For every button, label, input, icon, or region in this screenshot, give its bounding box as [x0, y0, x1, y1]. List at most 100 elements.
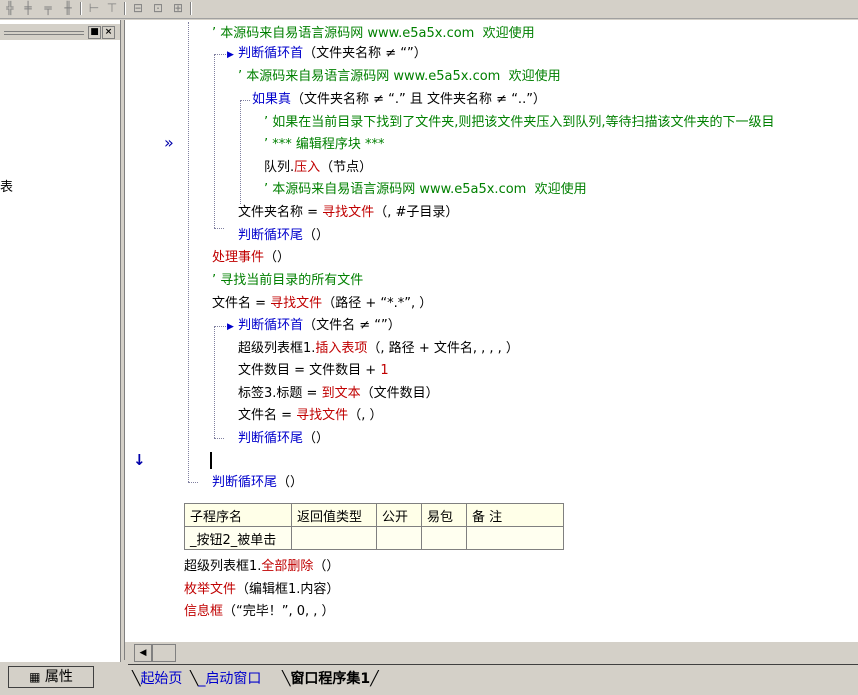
- code-args: （文件数目）: [360, 386, 439, 401]
- code-args: （文件夹名称 ≠ “.” 且 文件夹名称 ≠ “..”）: [291, 92, 546, 107]
- code-line[interactable]: 文件夹名称 = 寻找文件（, #子目录）: [238, 205, 458, 221]
- tab-label: 起始页: [140, 671, 183, 687]
- code-number: 1: [380, 363, 389, 378]
- editor-gutter: [125, 20, 178, 642]
- toolbar-separator: [124, 2, 126, 15]
- code-function: 插入表项: [315, 341, 368, 356]
- code-line[interactable]: 枚举文件（编辑框1.内容）: [184, 582, 339, 598]
- table-cell[interactable]: _按钮2_被单击: [184, 526, 292, 550]
- left-panel-text: 表: [0, 180, 14, 195]
- block-guide: [188, 22, 189, 482]
- align-middle-icon[interactable]: ╫: [60, 1, 76, 15]
- loop-arrow-icon: ▶: [227, 50, 234, 60]
- code-object: 超级列表框1.: [184, 559, 262, 574]
- code-comment[interactable]: ’ 如果在当前目录下找到了文件夹,则把该文件夹压入到队列,等待扫描该文件夹的下一…: [264, 115, 775, 131]
- scroll-left-icon[interactable]: ◀: [134, 644, 152, 662]
- code-args: （文件名 ≠ “”）: [303, 318, 401, 333]
- keyword: 如果真: [252, 92, 292, 107]
- table-header[interactable]: 返回值类型: [291, 503, 377, 527]
- table-cell[interactable]: [466, 526, 564, 550]
- left-panel: [0, 20, 121, 662]
- block-guide: [214, 228, 224, 229]
- toolbar-separator: [80, 2, 82, 15]
- minimize-icon[interactable]: ■: [88, 26, 101, 39]
- block-guide: [214, 326, 215, 438]
- block-guide: [214, 54, 215, 228]
- toolbar: ╬ ╪ ╤ ╫ ⊢ ⊤ ⊟ ⊡ ⊞: [0, 0, 858, 19]
- code-line[interactable]: 标签3.标题 = 到文本（文件数目）: [238, 386, 439, 402]
- tab-startup-window[interactable]: ╲_启动窗口: [190, 668, 261, 688]
- distribute-h-icon[interactable]: ⊢: [86, 1, 102, 15]
- text-cursor: [210, 452, 212, 469]
- properties-icon: ▦: [29, 670, 41, 684]
- horizontal-scrollbar[interactable]: [130, 642, 858, 660]
- keyword: 判断循环首: [238, 46, 304, 61]
- same-height-icon[interactable]: ⊡: [150, 1, 166, 15]
- code-function: 压入: [294, 160, 321, 175]
- table-cell[interactable]: [421, 526, 467, 550]
- tab-bar-border: [128, 664, 858, 665]
- table-header[interactable]: 公开: [376, 503, 422, 527]
- code-object: 超级列表框1.: [238, 341, 316, 356]
- code-comment[interactable]: ’ 本源码来自易语言源码网 www.e5a5x.com 欢迎使用: [264, 182, 587, 198]
- code-line[interactable]: 文件名 = 寻找文件（, ）: [238, 408, 382, 424]
- code-function: 寻找文件: [270, 296, 323, 311]
- tab-start-page[interactable]: ╲起始页: [132, 668, 182, 688]
- code-line[interactable]: 判断循环尾（）: [212, 475, 303, 491]
- code-line[interactable]: 判断循环尾（）: [238, 228, 329, 244]
- code-comment[interactable]: ’ 寻找当前目录的所有文件: [212, 273, 363, 289]
- code-args: （）: [303, 431, 330, 446]
- code-assign: 文件夹名称 =: [238, 205, 323, 220]
- align-center-icon[interactable]: ╪: [20, 1, 36, 15]
- code-args: （）: [303, 228, 330, 243]
- table-header[interactable]: 备 注: [466, 503, 564, 527]
- code-line[interactable]: 队列.压入（节点）: [264, 160, 372, 176]
- code-line[interactable]: 处理事件（）: [212, 250, 290, 266]
- keyword: 判断循环尾: [238, 431, 304, 446]
- tab-window-assembly-1[interactable]: ╲窗口程序集1╱: [282, 668, 379, 688]
- code-assign: 文件名 =: [212, 296, 271, 311]
- scroll-thumb[interactable]: [152, 644, 176, 662]
- code-args: （）: [277, 475, 304, 490]
- code-function: 全部删除: [261, 559, 314, 574]
- next-statement-arrow-icon: ↓: [133, 451, 146, 469]
- block-guide: [188, 482, 198, 483]
- distribute-v-icon[interactable]: ⊤: [104, 1, 120, 15]
- same-size-icon[interactable]: ⊞: [170, 1, 186, 15]
- code-assign: 文件数目 = 文件数目 +: [238, 363, 381, 378]
- code-line[interactable]: 文件数目 = 文件数目 + 1: [238, 363, 389, 379]
- titlebar-grip: [4, 31, 84, 32]
- code-object: 队列.: [264, 160, 295, 175]
- table-cell[interactable]: [291, 526, 377, 550]
- tab-label: 窗口程序集1: [290, 671, 371, 687]
- table-header[interactable]: 子程序名: [184, 503, 292, 527]
- same-width-icon[interactable]: ⊟: [130, 1, 146, 15]
- table-cell[interactable]: [376, 526, 422, 550]
- block-guide: [240, 100, 250, 101]
- titlebar-grip: [4, 34, 84, 35]
- close-icon[interactable]: ×: [102, 26, 115, 39]
- code-function: 寻找文件: [296, 408, 349, 423]
- code-args: （文件夹名称 ≠ “”）: [303, 46, 427, 61]
- code-comment[interactable]: ’ 本源码来自易语言源码网 www.e5a5x.com 欢迎使用: [238, 69, 561, 85]
- properties-button[interactable]: ▦ 属性: [8, 666, 94, 688]
- code-line[interactable]: 如果真（文件夹名称 ≠ “.” 且 文件夹名称 ≠ “..”）: [252, 92, 546, 108]
- loop-arrow-icon: ▶: [227, 322, 234, 332]
- code-function: 枚举文件: [184, 582, 237, 597]
- table-header[interactable]: 易包: [421, 503, 467, 527]
- code-line[interactable]: 超级列表框1.插入表项（, 路径 + 文件名, , , , ）: [238, 341, 519, 357]
- code-line[interactable]: ▶ 判断循环首（文件名 ≠ “”）: [227, 318, 401, 335]
- code-comment[interactable]: ’ *** 编辑程序块 ***: [264, 137, 385, 153]
- code-function: 处理事件: [212, 250, 265, 265]
- block-guide: [214, 438, 224, 439]
- code-line[interactable]: 判断循环尾（）: [238, 431, 329, 447]
- code-line[interactable]: 超级列表框1.全部删除（）: [184, 559, 339, 575]
- code-args: （编辑框1.内容）: [236, 582, 340, 597]
- code-line[interactable]: 文件名 = 寻找文件（路径 + “*.*”, ）: [212, 296, 432, 312]
- align-top-icon[interactable]: ╤: [40, 1, 56, 15]
- code-args: （, #子目录）: [374, 205, 459, 220]
- align-left-icon[interactable]: ╬: [2, 1, 18, 15]
- code-line[interactable]: ▶ 判断循环首（文件夹名称 ≠ “”）: [227, 46, 427, 63]
- code-line[interactable]: 信息框（“完毕！”, 0, , ）: [184, 604, 335, 620]
- code-comment[interactable]: ’ 本源码来自易语言源码网 www.e5a5x.com 欢迎使用: [212, 26, 535, 42]
